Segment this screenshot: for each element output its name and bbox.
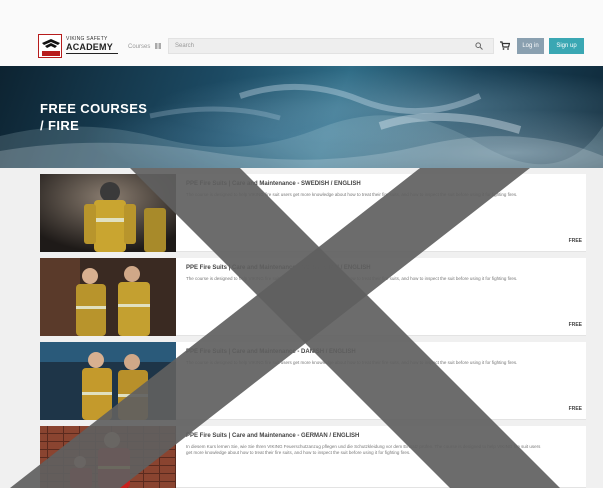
logo-text-main: ACADEMY	[66, 42, 113, 52]
course-title[interactable]: PPE Fire Suits | Care and Maintenance - …	[186, 349, 356, 355]
academy-logo[interactable]: VIKING SAFETY ACADEMY	[38, 34, 118, 60]
course-price: FREE	[568, 238, 582, 244]
course-card[interactable]: PPE Fire Suits | Care and Maintenance - …	[40, 174, 586, 252]
course-thumbnail[interactable]	[40, 426, 176, 488]
hero-banner: FREE COURSES / FIRE	[0, 66, 603, 168]
course-title[interactable]: PPE Fire Suits | Care and Maintenance - …	[186, 433, 359, 439]
logo-underline	[66, 53, 118, 56]
login-button[interactable]: Log in	[517, 38, 544, 54]
course-card[interactable]: PPE Fire Suits | Care and Maintenance - …	[40, 342, 586, 420]
cart-icon[interactable]	[500, 41, 510, 50]
site-header: VIKING SAFETY ACADEMY Courses Search Log…	[0, 0, 603, 66]
course-card[interactable]: PPE Fire Suits | Care and Maintenance - …	[40, 426, 586, 488]
course-thumbnail[interactable]	[40, 342, 176, 420]
page-title: FREE COURSES / FIRE	[40, 100, 147, 134]
courses-menu-label: Courses	[128, 44, 151, 50]
course-price: FREE	[568, 322, 582, 328]
viking-logo-icon	[38, 34, 62, 58]
search-bar[interactable]: Search	[168, 38, 494, 54]
course-title[interactable]: PPE Fire Suits | Care and Maintenance - …	[186, 265, 371, 271]
course-description: In diesem Kurs lernen Sie, wie Sie Ihren…	[186, 444, 541, 455]
grid-icon	[155, 43, 162, 49]
signup-button[interactable]: Sign up	[549, 38, 584, 54]
course-thumbnail[interactable]	[40, 174, 176, 252]
course-card[interactable]: PPE Fire Suits | Care and Maintenance - …	[40, 258, 586, 336]
page-title-line2: / FIRE	[40, 118, 80, 133]
course-thumbnail[interactable]	[40, 258, 176, 336]
course-description: The course is designed to help VIKING fi…	[186, 360, 518, 365]
course-price: FREE	[568, 406, 582, 412]
page-title-line1: FREE COURSES	[40, 101, 148, 116]
search-icon[interactable]	[475, 42, 483, 50]
course-description: The course is designed to help VIKING fi…	[186, 192, 518, 197]
search-placeholder: Search	[175, 43, 195, 49]
courses-menu-button[interactable]: Courses	[128, 43, 162, 50]
course-description: The course is designed to help VIKING fi…	[186, 276, 518, 281]
course-title[interactable]: PPE Fire Suits | Care and Maintenance - …	[186, 181, 361, 187]
